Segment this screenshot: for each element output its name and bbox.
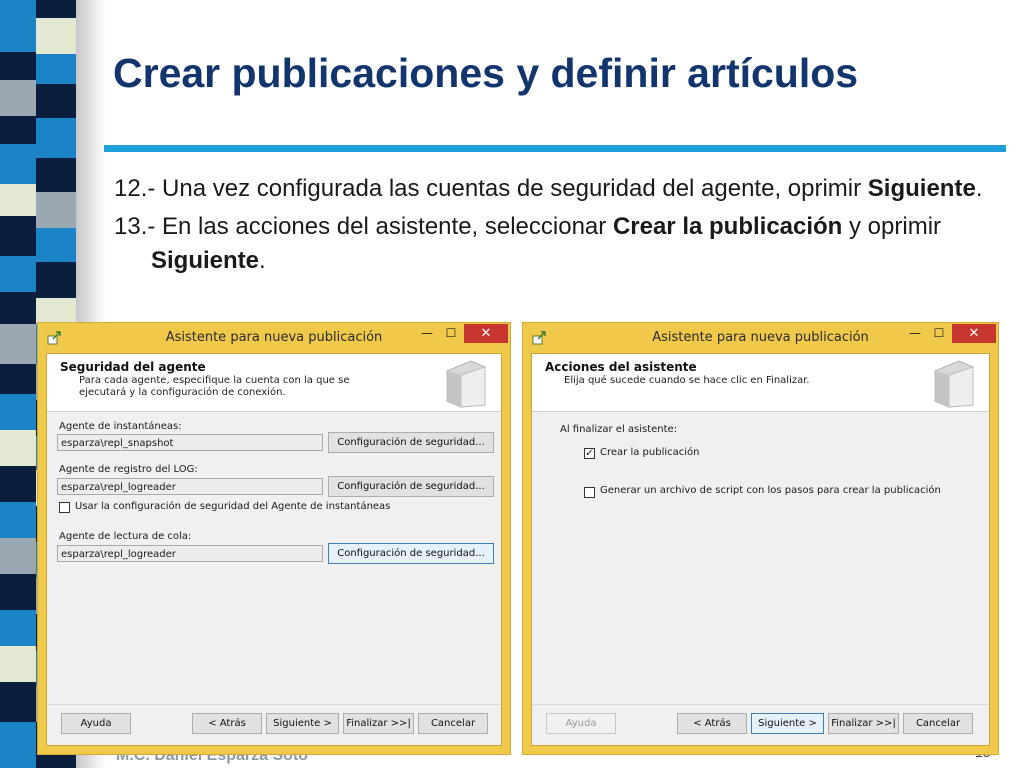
strip-block <box>0 574 36 610</box>
strip-block <box>0 466 36 502</box>
strip-block <box>0 430 36 466</box>
log-agent-field[interactable]: esparza\repl_logreader <box>57 478 323 495</box>
strip-block <box>36 18 76 54</box>
slide-title: Crear publicaciones y definir artículos <box>113 50 859 96</box>
use-snapshot-settings-checkbox[interactable] <box>59 502 70 513</box>
create-publication-checkbox[interactable]: ✓ <box>584 448 595 459</box>
strip-block <box>0 0 36 52</box>
generate-script-checkbox[interactable] <box>584 487 595 498</box>
queue-agent-label: Agente de lectura de cola: <box>59 531 192 542</box>
step-emphasis: Siguiente <box>867 175 976 202</box>
strip-block <box>0 722 36 768</box>
window-titlebar[interactable]: Asistente para nueva publicación — ☐ ✕ <box>38 323 510 353</box>
dialog-body: Seguridad del agente Para cada agente, e… <box>46 353 502 746</box>
queue-security-button[interactable]: Configuración de seguridad... <box>328 543 494 564</box>
title-underline <box>104 145 1006 152</box>
create-publication-label[interactable]: Crear la publicación <box>600 447 699 458</box>
strip-block <box>36 192 76 228</box>
page-heading: Seguridad del agente <box>60 360 206 374</box>
next-button[interactable]: Siguiente > <box>266 713 339 734</box>
wizard-button-bar: Ayuda < Atrás Siguiente > Finalizar >>| … <box>532 704 989 745</box>
generate-script-label[interactable]: Generar un archivo de script con los pas… <box>600 485 941 496</box>
maximize-button[interactable]: ☐ <box>436 324 466 343</box>
help-button[interactable]: Ayuda <box>546 713 616 734</box>
strip-block <box>0 610 36 646</box>
strip-block <box>0 502 36 538</box>
queue-agent-field[interactable]: esparza\repl_logreader <box>57 545 323 562</box>
strip-block <box>0 144 36 184</box>
snapshot-agent-label: Agente de instantáneas: <box>59 421 182 432</box>
next-button[interactable]: Siguiente > <box>751 713 824 734</box>
wizard-header: Seguridad del agente Para cada agente, e… <box>47 354 501 412</box>
strip-block <box>0 394 36 430</box>
strip-block <box>0 646 36 682</box>
strip-block <box>36 158 76 192</box>
strip-block <box>36 298 76 324</box>
log-security-button[interactable]: Configuración de seguridad... <box>328 476 494 497</box>
strip-block <box>0 292 36 324</box>
log-agent-label: Agente de registro del LOG: <box>59 464 198 475</box>
step-emphasis: Crear la publicación <box>612 213 843 240</box>
strip-block <box>0 80 36 116</box>
wizard-button-bar: Ayuda < Atrás Siguiente > Finalizar >>| … <box>47 704 501 745</box>
cancel-button[interactable]: Cancelar <box>418 713 488 734</box>
wizard-header: Acciones del asistente Elija qué sucede … <box>532 354 989 412</box>
page-description: Para cada agente, especifique la cuenta … <box>79 375 350 398</box>
step-text: . <box>975 175 983 202</box>
strip-block <box>0 256 36 292</box>
wizard-actions-dialog: Asistente para nueva publicación — ☐ ✕ A… <box>522 322 999 755</box>
page-heading: Acciones del asistente <box>545 360 697 374</box>
dialog-body: Acciones del asistente Elija qué sucede … <box>531 353 990 746</box>
strip-block <box>36 0 76 18</box>
step-emphasis: Siguiente <box>151 247 260 274</box>
step-text: . <box>259 247 266 274</box>
on-finish-label: Al finalizar el asistente: <box>560 424 678 435</box>
strip-block <box>0 324 36 364</box>
help-button[interactable]: Ayuda <box>61 713 131 734</box>
use-snapshot-settings-label[interactable]: Usar la configuración de seguridad del A… <box>75 501 390 512</box>
step-13: 13.- En las acciones del asistente, sele… <box>114 210 994 278</box>
strip-block <box>36 84 76 118</box>
strip-block <box>0 184 36 216</box>
step-text: y oprimir <box>842 213 942 240</box>
close-button[interactable]: ✕ <box>464 324 508 343</box>
maximize-button[interactable]: ☐ <box>924 324 954 343</box>
agent-security-dialog: Asistente para nueva publicación — ☐ ✕ S… <box>37 322 511 755</box>
strip-block <box>0 364 36 394</box>
strip-block <box>0 52 36 80</box>
step-text: 13.- En las acciones del asistente, sele… <box>114 213 613 240</box>
finish-button[interactable]: Finalizar >>| <box>828 713 899 734</box>
strip-block <box>36 262 76 298</box>
back-button[interactable]: < Atrás <box>192 713 262 734</box>
strip-block <box>0 538 36 574</box>
close-button[interactable]: ✕ <box>952 324 996 343</box>
cancel-button[interactable]: Cancelar <box>903 713 973 734</box>
strip-block <box>0 216 36 256</box>
instruction-list: 12.- Una vez configurada las cuentas de … <box>114 172 994 282</box>
back-button[interactable]: < Atrás <box>677 713 747 734</box>
server-graphic-icon <box>446 360 486 408</box>
snapshot-security-button[interactable]: Configuración de seguridad... <box>328 432 494 453</box>
strip-block <box>36 118 76 158</box>
page-description: Elija qué sucede cuando se hace clic en … <box>564 375 810 386</box>
strip-block <box>0 682 36 722</box>
strip-block <box>36 54 76 84</box>
strip-block <box>36 228 76 262</box>
step-text: 12.- Una vez configurada las cuentas de … <box>114 175 868 202</box>
server-graphic-icon <box>934 360 974 408</box>
window-titlebar[interactable]: Asistente para nueva publicación — ☐ ✕ <box>523 323 998 353</box>
snapshot-agent-field[interactable]: esparza\repl_snapshot <box>57 434 323 451</box>
finish-button[interactable]: Finalizar >>| <box>343 713 414 734</box>
step-12: 12.- Una vez configurada las cuentas de … <box>114 172 994 206</box>
strip-block <box>0 116 36 144</box>
